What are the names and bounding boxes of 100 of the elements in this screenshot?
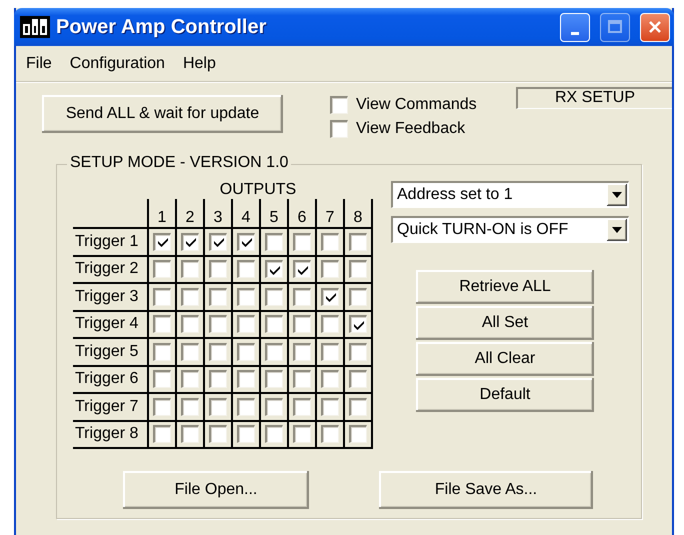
checkbox[interactable] xyxy=(321,425,339,444)
row-label: Trigger 2 xyxy=(75,260,138,278)
checkbox[interactable] xyxy=(153,288,171,306)
column-header: 3 xyxy=(214,209,222,226)
checkbox[interactable] xyxy=(153,398,171,416)
checkbox[interactable] xyxy=(237,398,255,416)
check-mark-icon xyxy=(296,264,308,275)
action-button[interactable]: All Set xyxy=(416,306,594,340)
file-open-button[interactable]: File Open... xyxy=(123,471,309,509)
checkbox[interactable] xyxy=(265,342,283,361)
checkbox[interactable] xyxy=(237,315,255,334)
checkbox[interactable] xyxy=(293,232,311,251)
close-button[interactable] xyxy=(640,12,670,42)
window-title: Power Amp Controller xyxy=(56,16,268,38)
checkbox[interactable] xyxy=(349,260,367,278)
checkbox[interactable] xyxy=(349,288,367,306)
checkbox[interactable] xyxy=(181,260,199,278)
checkbox[interactable] xyxy=(265,232,283,251)
checkbox[interactable] xyxy=(265,398,283,416)
checkbox[interactable] xyxy=(237,260,255,278)
checkbox[interactable] xyxy=(209,425,227,444)
checkbox[interactable] xyxy=(209,398,227,416)
checkbox[interactable] xyxy=(181,288,199,306)
checkbox[interactable] xyxy=(293,398,311,416)
row-label: Trigger 8 xyxy=(75,425,138,442)
checkbox[interactable] xyxy=(349,315,367,334)
checkbox[interactable] xyxy=(153,232,171,251)
dropdown[interactable]: Address set to 1 xyxy=(391,181,629,208)
checkbox[interactable] xyxy=(153,342,171,361)
checkbox[interactable] xyxy=(181,425,199,444)
menu-item[interactable]: Help xyxy=(182,55,226,73)
checkbox[interactable] xyxy=(153,260,171,278)
checkbox[interactable] xyxy=(293,342,311,361)
checkbox[interactable] xyxy=(265,260,283,278)
checkbox[interactable] xyxy=(181,315,199,334)
checkbox[interactable] xyxy=(321,232,339,251)
checkbox[interactable] xyxy=(349,342,367,361)
checkbox[interactable] xyxy=(349,425,367,444)
dropdown[interactable]: Quick TURN-ON is OFF xyxy=(391,216,629,243)
checkbox[interactable] xyxy=(321,398,339,416)
checkbox[interactable] xyxy=(293,370,311,388)
minimize-button[interactable] xyxy=(560,12,590,42)
column-header: 5 xyxy=(270,209,278,226)
check-mark-icon xyxy=(184,237,196,248)
check-mark-icon xyxy=(240,237,252,248)
menu-item[interactable]: Configuration xyxy=(70,55,175,73)
checkbox[interactable] xyxy=(293,425,311,444)
checkbox[interactable] xyxy=(349,398,367,416)
checkbox[interactable] xyxy=(293,260,311,278)
checkbox[interactable] xyxy=(237,370,255,388)
send-all-button[interactable]: Send ALL & wait for update xyxy=(42,95,283,133)
checkbox[interactable] xyxy=(321,315,339,334)
checkbox[interactable] xyxy=(153,315,171,334)
checkbox[interactable] xyxy=(181,342,199,361)
file-save-button[interactable]: File Save As... xyxy=(379,471,593,509)
checkbox[interactable] xyxy=(330,96,348,114)
checkbox-label: View Feedback xyxy=(356,120,466,138)
checkbox[interactable] xyxy=(209,288,227,306)
checkbox[interactable] xyxy=(321,288,339,306)
checkbox[interactable] xyxy=(265,370,283,388)
checkbox[interactable] xyxy=(209,260,227,278)
checkbox[interactable] xyxy=(321,260,339,278)
checkbox[interactable] xyxy=(153,370,171,388)
maximize-button[interactable] xyxy=(600,12,630,42)
checkbox[interactable] xyxy=(293,288,311,306)
checkbox[interactable] xyxy=(349,232,367,251)
checkbox[interactable] xyxy=(237,232,255,251)
check-mark-icon xyxy=(212,237,224,248)
row-label: Trigger 3 xyxy=(75,288,138,305)
checkbox[interactable] xyxy=(181,398,199,416)
checkbox[interactable] xyxy=(293,315,311,334)
checkbox[interactable] xyxy=(209,342,227,361)
column-header: 8 xyxy=(354,209,362,226)
outputs-heading: OUTPUTS xyxy=(218,181,298,199)
menu-item[interactable]: File xyxy=(26,55,62,73)
checkbox[interactable] xyxy=(209,370,227,388)
checkbox[interactable] xyxy=(209,315,227,334)
action-button[interactable]: All Clear xyxy=(416,342,594,376)
checkbox[interactable] xyxy=(237,425,255,444)
checkbox[interactable] xyxy=(181,370,199,388)
close-icon xyxy=(647,19,663,35)
checkbox[interactable] xyxy=(181,232,199,251)
checkbox[interactable] xyxy=(321,342,339,361)
checkbox[interactable] xyxy=(237,288,255,306)
column-header: 4 xyxy=(242,209,250,226)
status-box: RX SETUP xyxy=(516,87,672,109)
action-button[interactable]: Retrieve ALL xyxy=(416,270,594,304)
checkbox[interactable] xyxy=(209,232,227,251)
checkbox[interactable] xyxy=(349,370,367,388)
checkbox[interactable] xyxy=(237,342,255,361)
action-button[interactable]: Default xyxy=(416,378,594,412)
checkbox[interactable] xyxy=(265,425,283,444)
check-mark-icon xyxy=(324,292,336,302)
checkbox[interactable] xyxy=(321,370,339,388)
checkbox[interactable] xyxy=(330,120,348,138)
column-header: 2 xyxy=(186,209,194,226)
column-header: 1 xyxy=(158,209,166,226)
checkbox[interactable] xyxy=(153,425,171,444)
checkbox[interactable] xyxy=(265,315,283,334)
checkbox[interactable] xyxy=(265,288,283,306)
